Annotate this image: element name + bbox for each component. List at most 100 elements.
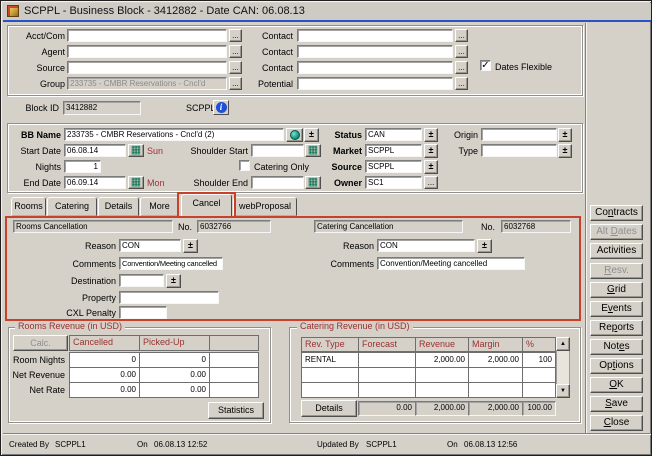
owner-field[interactable]: SC1 — [365, 176, 422, 189]
catering-reason-label: Reason — [331, 241, 374, 252]
block-id-label: Block ID — [21, 103, 59, 114]
potential-lookup-button[interactable]: ... — [455, 77, 468, 90]
tab-catering[interactable]: Catering — [47, 197, 97, 216]
contact3-field[interactable] — [297, 61, 453, 74]
rooms-reason-lov-button[interactable]: ± — [183, 239, 198, 253]
options-button[interactable]: Options — [590, 358, 643, 374]
scroll-up-button[interactable]: ▲ — [556, 337, 570, 351]
activities-button[interactable]: Activities — [590, 243, 643, 259]
contact1-field[interactable] — [297, 29, 453, 42]
calendar-icon: ▦ — [308, 176, 318, 188]
status-field[interactable]: CAN — [365, 128, 422, 141]
potential-field[interactable] — [297, 77, 453, 90]
catering-cell[interactable] — [301, 382, 359, 398]
agent-field[interactable] — [67, 45, 227, 58]
catering-only-checkbox[interactable] — [239, 160, 250, 171]
status-lov-button[interactable]: ± — [424, 128, 438, 142]
contact3-lookup-button[interactable]: ... — [455, 61, 468, 74]
catering-cell[interactable] — [522, 367, 556, 383]
rooms-revenue-cell — [209, 367, 259, 383]
catering-cell[interactable] — [415, 382, 469, 398]
bb-name-lov-button[interactable]: ± — [304, 128, 319, 142]
tab-rooms[interactable]: Rooms — [11, 197, 46, 216]
catering-cell[interactable]: 2,000.00 — [415, 352, 469, 368]
tab-webproposal[interactable]: webProposal — [233, 197, 297, 216]
details-button[interactable]: Details — [301, 400, 357, 417]
start-day-label: Sun — [147, 146, 163, 157]
reports-button[interactable]: Reports — [590, 320, 643, 336]
catering-cell[interactable] — [358, 382, 416, 398]
origin-field[interactable] — [481, 128, 557, 141]
market-field[interactable]: SCPPL — [365, 144, 422, 157]
catering-cell[interactable] — [522, 382, 556, 398]
resv-button: Resv. — [590, 263, 643, 279]
catering-reason-field[interactable]: CON — [377, 239, 475, 252]
catering-reason-lov-button[interactable]: ± — [477, 239, 492, 253]
catering-cell[interactable] — [301, 367, 359, 383]
type-lov-button[interactable]: ± — [558, 144, 572, 158]
contact1-lookup-button[interactable]: ... — [455, 29, 468, 42]
statistics-button[interactable]: Statistics — [208, 402, 264, 419]
tab-details[interactable]: Details — [98, 197, 139, 216]
lov-icon: ± — [563, 145, 568, 155]
catering-cell[interactable] — [468, 367, 523, 383]
ok-button[interactable]: OK — [590, 377, 643, 393]
rooms-revenue-cell: 0.00 — [69, 382, 140, 398]
save-button[interactable]: Save — [590, 396, 643, 412]
source-account-field[interactable] — [67, 61, 227, 74]
catering-col-revtype: Rev. Type — [301, 337, 359, 352]
end-date-calendar-button[interactable]: ▦ — [128, 176, 144, 189]
shoulder-start-calendar-button[interactable]: ▦ — [305, 144, 321, 157]
bb-source-lov-button[interactable]: ± — [424, 160, 438, 174]
grid-button[interactable]: Grid — [590, 282, 643, 298]
catering-cell[interactable] — [468, 382, 523, 398]
catering-no-label: No. — [481, 222, 495, 233]
acct-com-field[interactable] — [67, 29, 227, 42]
rooms-comments-field[interactable]: Convention/Meeting cancelled — [119, 257, 223, 270]
origin-lov-button[interactable]: ± — [558, 128, 572, 142]
destination-field[interactable] — [119, 274, 164, 287]
catering-cell[interactable] — [358, 367, 416, 383]
bb-name-field[interactable]: 233735 - CMBR Reservations - Cncl'd (2) — [64, 128, 284, 141]
market-lov-button[interactable]: ± — [424, 144, 438, 158]
tab-cancel[interactable]: Cancel — [181, 194, 232, 217]
start-date-calendar-button[interactable]: ▦ — [128, 144, 144, 157]
catering-cell[interactable]: RENTAL — [301, 352, 359, 368]
nights-field[interactable]: 1 — [64, 160, 101, 173]
bb-source-field[interactable]: SCPPL — [365, 160, 422, 173]
shoulder-end-calendar-button[interactable]: ▦ — [305, 176, 321, 189]
notes-button[interactable]: Notes — [590, 339, 643, 355]
catering-cell[interactable] — [415, 367, 469, 383]
calendar-icon: ▦ — [308, 144, 318, 156]
catering-cell[interactable] — [358, 352, 416, 368]
contact2-lookup-button[interactable]: ... — [455, 45, 468, 58]
rooms-reason-field[interactable]: CON — [119, 239, 181, 252]
info-button[interactable]: i — [213, 100, 229, 115]
dates-flexible-checkbox[interactable] — [480, 60, 491, 71]
property-field[interactable] — [119, 291, 219, 304]
type-field[interactable] — [481, 144, 557, 157]
owner-lookup-button[interactable]: ... — [424, 176, 438, 189]
contact2-field[interactable] — [297, 45, 453, 58]
catering-comments-field[interactable]: Convention/Meeting cancelled — [377, 257, 525, 270]
contracts-button[interactable]: Contracts — [590, 205, 643, 221]
catering-cell[interactable]: 100 — [522, 352, 556, 368]
arrow-up-icon: ▲ — [560, 341, 566, 347]
close-button[interactable]: Close — [590, 415, 643, 431]
catering-cell[interactable]: 2,000.00 — [468, 352, 523, 368]
shoulder-start-field[interactable] — [251, 144, 304, 157]
events-button[interactable]: Events — [590, 301, 643, 317]
created-by-value: SCPPL1 — [55, 440, 86, 449]
end-date-field[interactable]: 06.09.14 — [64, 176, 126, 189]
catering-revenue-title: Catering Revenue (in USD) — [297, 321, 413, 331]
web-button[interactable] — [286, 128, 303, 142]
title-bar: SCPPL - Business Block - 3412882 - Date … — [3, 3, 651, 20]
destination-lov-button[interactable]: ± — [166, 274, 181, 288]
agent-label: Agent — [11, 47, 65, 58]
rooms-revenue-col-empty — [209, 335, 259, 351]
tab-more[interactable]: More — [140, 197, 179, 216]
cxl-penalty-field[interactable] — [119, 306, 167, 319]
scroll-down-button[interactable]: ▼ — [556, 384, 570, 398]
start-date-field[interactable]: 06.08.14 — [64, 144, 126, 157]
shoulder-end-field[interactable] — [251, 176, 304, 189]
